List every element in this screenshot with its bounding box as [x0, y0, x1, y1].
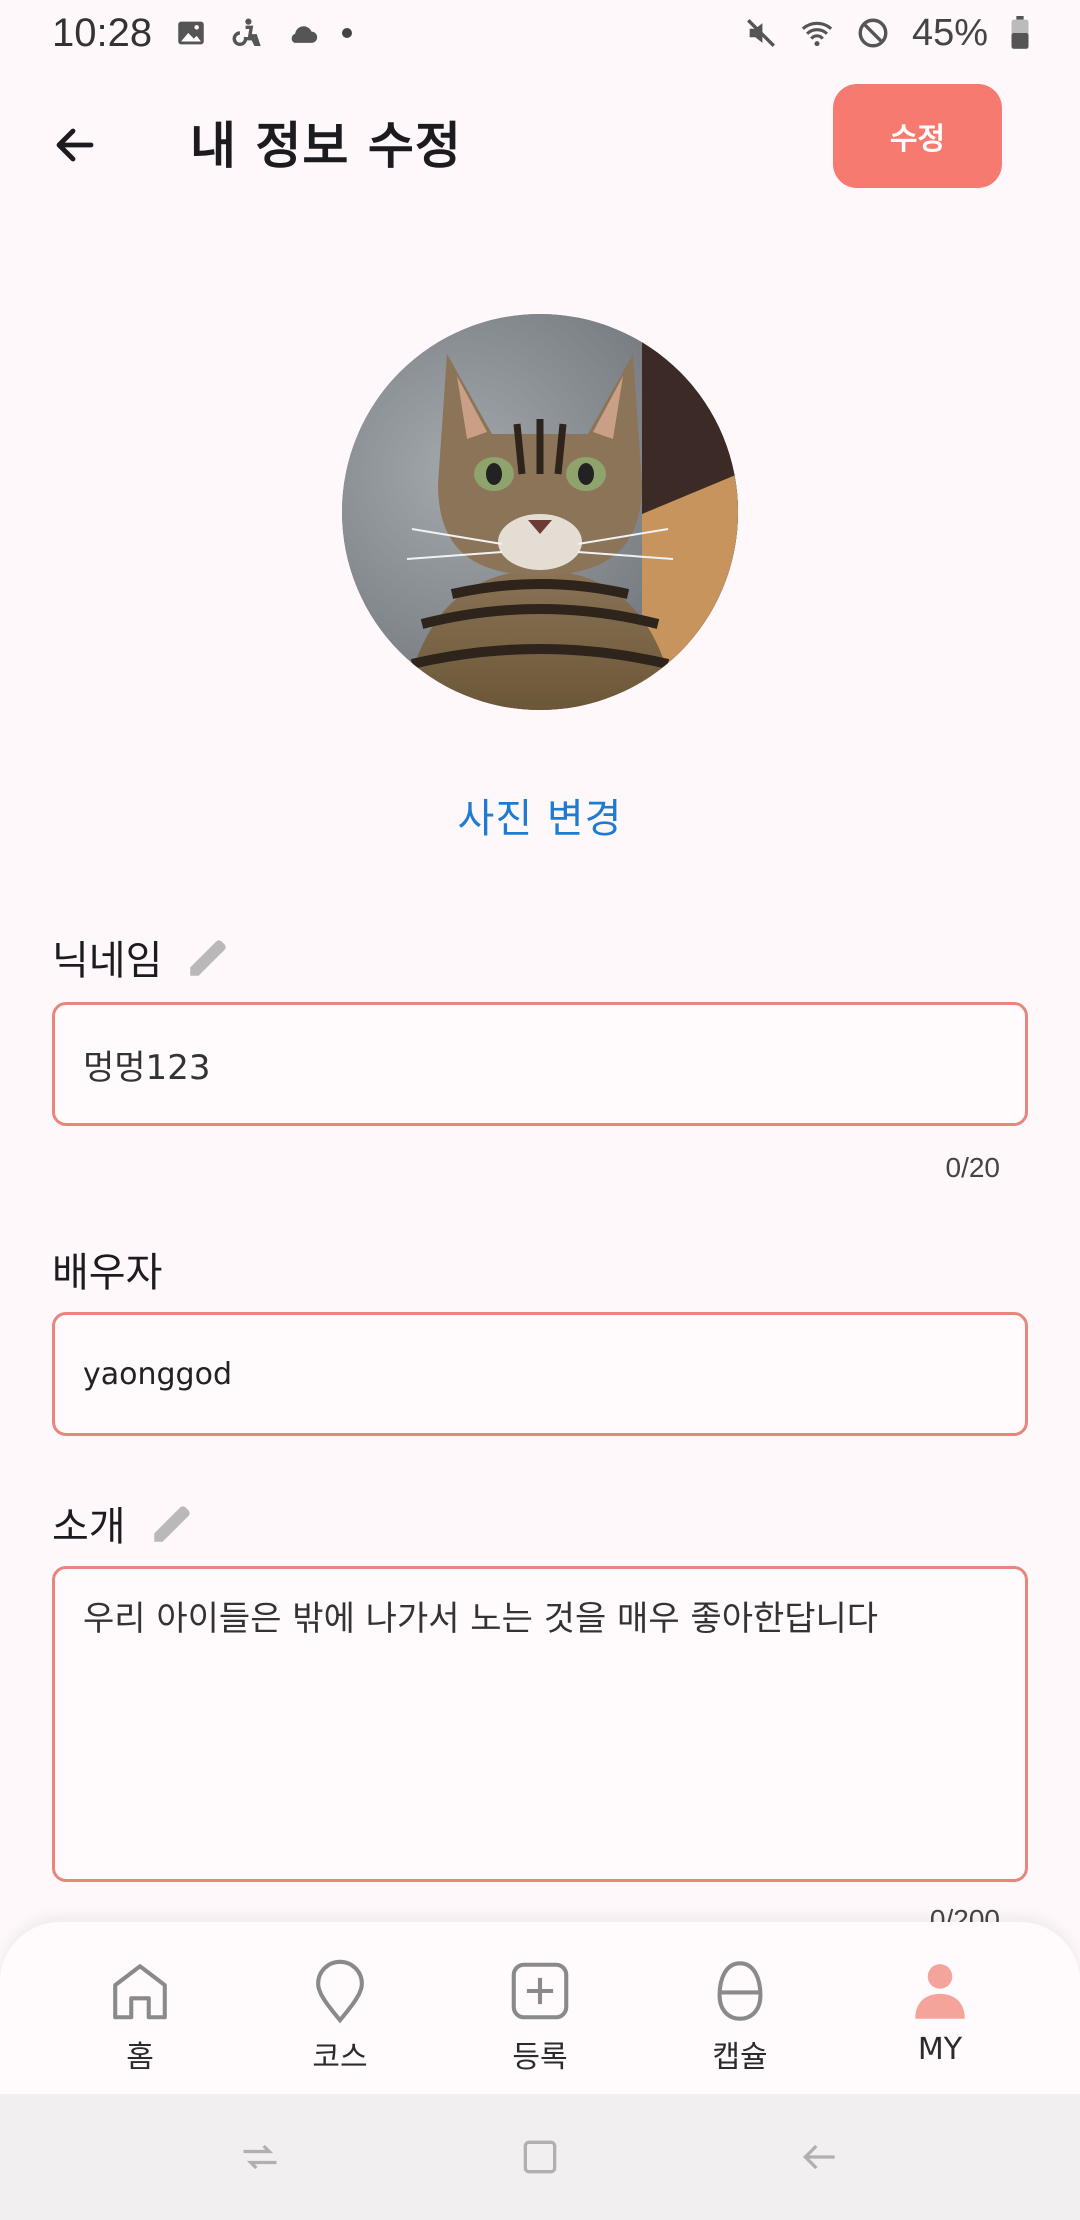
status-time: 10:28: [52, 10, 153, 55]
nav-label-capsule: 캡슐: [712, 2040, 768, 2075]
intro-textarea[interactable]: 우리 아이들은 밖에 나가서 노는 것을 매우 좋아한답니다: [52, 1566, 1028, 1882]
battery-icon: [1011, 16, 1029, 49]
intro-label-row: 소개: [52, 1494, 198, 1552]
system-navigation-bar: [0, 2094, 1080, 2220]
nav-item-capsule[interactable]: 캡슐: [670, 1956, 810, 2076]
status-bar: 10:28 45%: [0, 0, 1080, 66]
back-system-button[interactable]: [790, 2127, 850, 2187]
change-photo-button[interactable]: 사진 변경: [0, 786, 1080, 844]
nav-item-register[interactable]: 등록: [470, 1956, 610, 2076]
intro-label: 소개: [52, 1504, 126, 1550]
status-right: 45%: [744, 12, 1030, 55]
square-home-icon: [523, 2140, 557, 2174]
spouse-label-row: 배우자: [52, 1240, 162, 1298]
home-icon: [113, 1964, 167, 2020]
accessibility-icon: [232, 18, 261, 47]
capsule-icon: [717, 1961, 763, 2021]
nav-item-home[interactable]: 홈: [70, 1956, 210, 2076]
nickname-label: 닉네임: [52, 938, 163, 984]
pencil-icon[interactable]: [148, 1498, 198, 1548]
person-icon: [915, 1964, 965, 2019]
page-title: 내 정보 수정: [190, 117, 462, 175]
nav-item-my[interactable]: MY: [870, 1956, 1010, 2067]
nickname-value: 멍멍123: [83, 1047, 211, 1088]
intro-value: 우리 아이들은 밖에 나가서 노는 것을 매우 좋아한답니다: [83, 1599, 879, 1639]
app-header: 내 정보 수정 수정: [0, 66, 1080, 216]
do-not-disturb-icon: [858, 18, 888, 48]
nav-label-my: MY: [917, 2032, 963, 2067]
nav-label-course: 코스: [312, 2040, 368, 2075]
home-system-button[interactable]: [510, 2127, 570, 2187]
arrow-back-icon: [56, 128, 94, 162]
nav-label-home: 홈: [126, 2040, 154, 2075]
battery-percent: 45%: [911, 11, 988, 54]
nav-item-course[interactable]: 코스: [270, 1956, 410, 2076]
recent-apps-button[interactable]: [230, 2127, 290, 2187]
status-left: 10:28: [52, 10, 353, 56]
wifi-icon: [801, 21, 833, 47]
spouse-value: yaonggod: [83, 1356, 232, 1392]
nickname-label-row: 닉네임: [52, 928, 234, 986]
bottom-navigation: 홈 코스 등록 캡슐 MY: [0, 1922, 1080, 2094]
location-pin-icon: [316, 1959, 364, 2024]
spouse-label: 배우자: [52, 1250, 163, 1296]
recent-apps-icon: [243, 2144, 277, 2170]
dot-icon: [342, 28, 353, 38]
pencil-icon[interactable]: [184, 932, 234, 982]
image-icon: [178, 21, 204, 45]
nickname-input[interactable]: 멍멍123: [52, 1002, 1028, 1126]
nickname-counter: 0/20: [945, 1152, 1001, 1183]
add-box-icon: [511, 1962, 569, 2020]
submit-edit-button[interactable]: 수정: [833, 84, 1002, 188]
cat-photo: [342, 314, 738, 710]
profile-avatar[interactable]: [342, 314, 738, 710]
nav-label-register: 등록: [512, 2040, 568, 2075]
back-button[interactable]: [40, 110, 110, 180]
spouse-input[interactable]: yaonggod: [52, 1312, 1028, 1436]
back-arrow-icon: [802, 2144, 835, 2170]
mute-icon: [746, 19, 775, 47]
cloud-icon: [291, 26, 318, 43]
